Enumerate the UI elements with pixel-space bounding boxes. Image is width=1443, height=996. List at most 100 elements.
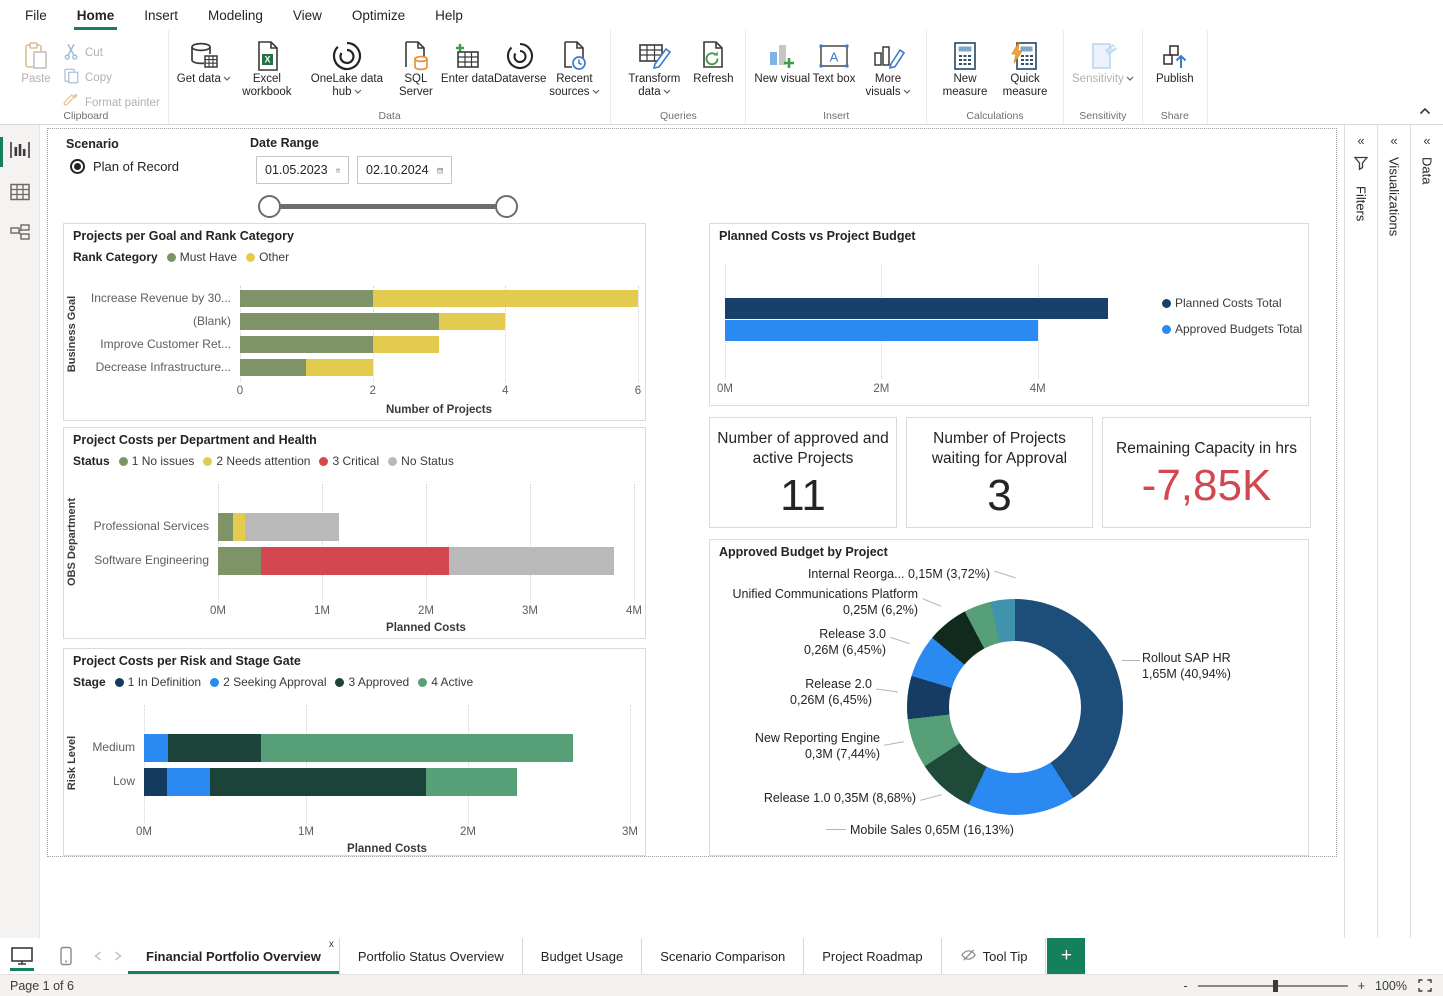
menu-item-modeling[interactable]: Modeling — [193, 0, 278, 30]
legend-item-2-needs-attention[interactable]: 2 Needs attention — [203, 454, 310, 468]
legend-item-planned-costs-total[interactable]: Planned Costs Total — [1162, 296, 1282, 310]
menu-item-home[interactable]: Home — [62, 0, 130, 30]
publish-icon — [1159, 39, 1191, 73]
legend-item-2-seeking-approval[interactable]: 2 Seeking Approval — [210, 675, 326, 689]
menu-item-file[interactable]: File — [10, 0, 62, 30]
panel-data[interactable]: «Data — [1410, 125, 1443, 938]
ribbon-button-text-box[interactable]: AText box — [810, 34, 858, 86]
bar-segment-4-active[interactable] — [261, 734, 574, 762]
bar-approved-budgets-total[interactable] — [725, 320, 1038, 341]
kpi-approved-active-projects[interactable]: Number of approved and active Projects 1… — [709, 417, 897, 528]
date-start-input[interactable]: 01.05.2023 — [256, 156, 349, 184]
rail-item-report-view[interactable] — [0, 133, 40, 171]
ribbon-button-sql-server[interactable]: SQL Server — [391, 34, 441, 99]
bar-segment-no-status[interactable] — [245, 513, 339, 541]
slider-handle-end[interactable] — [495, 195, 518, 218]
page-tab-portfolio-status-overview[interactable]: Portfolio Status Overview — [340, 938, 523, 974]
page-tab-project-roadmap[interactable]: Project Roadmap — [804, 938, 941, 974]
date-end-input[interactable]: 02.10.2024 — [357, 156, 452, 184]
menu-item-insert[interactable]: Insert — [129, 0, 193, 30]
bar-segment-must-have[interactable] — [240, 290, 373, 307]
fit-to-page-icon[interactable] — [1417, 978, 1433, 993]
bar-segment-3-critical[interactable] — [261, 547, 449, 575]
page-tab-tool-tip[interactable]: Tool Tip — [942, 938, 1047, 974]
ribbon-button-refresh[interactable]: Refresh — [689, 34, 737, 86]
legend-item-3-approved[interactable]: 3 Approved — [335, 675, 409, 689]
expand-panel-icon[interactable]: « — [1423, 135, 1430, 147]
rail-item-model-view[interactable] — [0, 217, 40, 255]
bar-segment-3-approved[interactable] — [210, 768, 425, 796]
slider-handle-start[interactable] — [258, 195, 281, 218]
ribbon-button-new-visual[interactable]: New visual — [754, 34, 810, 86]
add-page-button[interactable]: + — [1047, 938, 1085, 974]
zoom-in-button[interactable]: + — [1358, 979, 1365, 993]
page-tab-budget-usage[interactable]: Budget Usage — [523, 938, 642, 974]
page-tab-scenario-comparison[interactable]: Scenario Comparison — [642, 938, 804, 974]
report-canvas[interactable]: Scenario Plan of Record Date Range 01.05… — [47, 128, 1337, 857]
bar-segment-other[interactable] — [373, 336, 439, 353]
panel-filters[interactable]: «Filters — [1344, 125, 1377, 938]
ribbon-button-new-measure[interactable]: New measure — [935, 34, 995, 99]
menu-item-optimize[interactable]: Optimize — [337, 0, 420, 30]
panel-visualizations[interactable]: «Visualizations — [1377, 125, 1410, 938]
bar-segment-other[interactable] — [439, 313, 505, 330]
slider-track[interactable] — [269, 204, 507, 209]
legend-item-3-critical[interactable]: 3 Critical — [319, 454, 379, 468]
ribbon-button-quick-measure[interactable]: Quick measure — [995, 34, 1055, 99]
category-label: Increase Revenue by 30... — [91, 291, 240, 305]
ribbon-button-dataverse[interactable]: Dataverse — [494, 34, 546, 86]
mobile-view-button[interactable] — [44, 938, 88, 974]
ribbon-button-recent-sources[interactable]: Recent sources — [546, 34, 602, 99]
page-tab-financial-portfolio-overview[interactable]: Financial Portfolio Overviewx — [128, 938, 340, 974]
leader-line — [876, 688, 898, 692]
rail-item-table-view[interactable] — [0, 175, 40, 213]
ribbon-button-more-visuals[interactable]: More visuals — [858, 34, 918, 99]
ribbon-button-publish[interactable]: Publish — [1151, 34, 1199, 86]
bar-segment-1-no-issues[interactable] — [218, 513, 233, 541]
legend-item-4-active[interactable]: 4 Active — [418, 675, 473, 689]
bar-segment-must-have[interactable] — [240, 336, 373, 353]
visual-projects-per-goal[interactable]: Projects per Goal and Rank Category Rank… — [63, 223, 646, 421]
bar-segment-2-seeking-approval[interactable] — [144, 734, 168, 762]
legend-item-1-in-definition[interactable]: 1 In Definition — [115, 675, 201, 689]
bar-planned-costs-total[interactable] — [725, 298, 1108, 319]
bar-segment-2-needs-attention[interactable] — [233, 513, 245, 541]
zoom-slider[interactable] — [1198, 985, 1348, 987]
desktop-view-button[interactable] — [0, 938, 44, 974]
bar-segment-other[interactable] — [306, 359, 372, 376]
expand-panel-icon[interactable]: « — [1357, 135, 1364, 147]
legend-item-no-status[interactable]: No Status — [388, 454, 454, 468]
kpi-remaining-capacity[interactable]: Remaining Capacity in hrs -7,85K — [1102, 417, 1311, 528]
bar-segment-other[interactable] — [373, 290, 638, 307]
visual-costs-per-department[interactable]: Project Costs per Department and Health … — [63, 427, 646, 639]
bar-segment-3-approved[interactable] — [168, 734, 260, 762]
kpi-projects-waiting-approval[interactable]: Number of Projects waiting for Approval … — [906, 417, 1093, 528]
visual-costs-per-risk[interactable]: Project Costs per Risk and Stage Gate St… — [63, 648, 646, 856]
legend-item-1-no-issues[interactable]: 1 No issues — [119, 454, 195, 468]
bar-segment-1-no-issues[interactable] — [218, 547, 261, 575]
legend-item-must-have[interactable]: Must Have — [167, 250, 237, 264]
ribbon-button-onelake-data-hub[interactable]: OneLake data hub — [303, 34, 391, 99]
bar-segment-1-in-definition[interactable] — [144, 768, 167, 796]
visual-planned-vs-budget[interactable]: Planned Costs vs Project Budget 0M2M4M P… — [709, 223, 1309, 406]
bar-segment-4-active[interactable] — [426, 768, 517, 796]
menu-item-help[interactable]: Help — [420, 0, 478, 30]
menu-item-view[interactable]: View — [278, 0, 337, 30]
ribbon-button-get-data[interactable]: Get data — [177, 34, 231, 86]
zoom-slider-handle[interactable] — [1273, 980, 1278, 992]
scenario-option-plan-of-record[interactable]: Plan of Record — [70, 159, 179, 174]
legend-item-approved-budgets-total[interactable]: Approved Budgets Total — [1162, 322, 1302, 336]
zoom-out-button[interactable]: - — [1184, 979, 1188, 993]
legend-item-other[interactable]: Other — [246, 250, 289, 264]
bar-segment-must-have[interactable] — [240, 313, 439, 330]
bar-segment-must-have[interactable] — [240, 359, 306, 376]
ribbon-button-transform-data[interactable]: Transform data — [619, 34, 689, 99]
bar-segment-2-seeking-approval[interactable] — [167, 768, 211, 796]
ribbon-button-excel-workbook[interactable]: XExcel workbook — [231, 34, 303, 99]
visual-approved-budget-donut[interactable]: Approved Budget by Project Internal Reor… — [709, 539, 1309, 856]
expand-panel-icon[interactable]: « — [1390, 135, 1397, 147]
close-page-icon[interactable]: x — [329, 939, 334, 950]
quick-measure-icon — [1009, 39, 1041, 73]
bar-segment-no-status[interactable] — [449, 547, 614, 575]
ribbon-button-enter-data[interactable]: Enter data — [441, 34, 494, 86]
